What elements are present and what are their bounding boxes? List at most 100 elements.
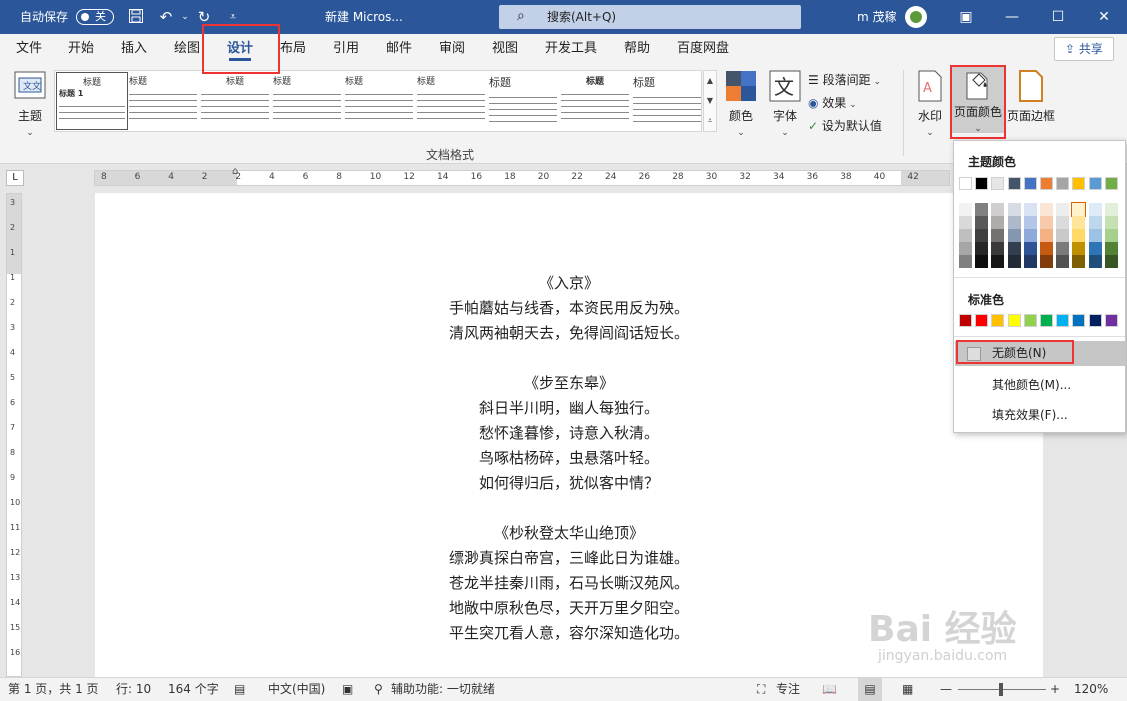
- standard-color-swatch[interactable]: [1056, 314, 1070, 327]
- theme-color-shade-swatch[interactable]: [1088, 203, 1102, 216]
- theme-color-swatch[interactable]: [1007, 177, 1021, 190]
- set-default-button[interactable]: ✓ 设为默认值: [808, 117, 882, 134]
- themes-button[interactable]: 文文 主题 ⌄: [10, 70, 50, 138]
- theme-color-shade-swatch[interactable]: [1023, 203, 1037, 216]
- standard-color-swatch[interactable]: [991, 314, 1005, 327]
- style-set-item[interactable]: 标题: [201, 74, 269, 130]
- theme-color-swatch[interactable]: [1104, 177, 1118, 190]
- horizontal-ruler[interactable]: 8 6 4 2 2 4 6 8 10 12 14 16 18 20 22 24 26 28 30 32 34 36 38 40…: [94, 170, 950, 186]
- theme-color-shade-swatch[interactable]: [975, 216, 989, 229]
- fonts-button[interactable]: 文 字体 ⌄: [767, 70, 803, 138]
- style-set-item[interactable]: 标题: [561, 74, 629, 130]
- colors-button[interactable]: 颜色 ⌄: [723, 70, 759, 138]
- redo-icon[interactable]: ↻: [195, 8, 213, 26]
- theme-color-shade-swatch[interactable]: [1072, 242, 1086, 255]
- style-set-item[interactable]: 标题: [345, 74, 413, 130]
- theme-color-shade-swatch[interactable]: [1104, 242, 1118, 255]
- more-colors-item[interactable]: 其他颜色(M)...: [955, 373, 1125, 398]
- theme-color-shade-swatch[interactable]: [1072, 255, 1086, 268]
- standard-color-swatch[interactable]: [1088, 314, 1102, 327]
- ribbon-display-icon[interactable]: ▣: [943, 0, 989, 34]
- page-info[interactable]: 第 1 页，共 1 页: [8, 678, 99, 701]
- standard-color-swatch[interactable]: [1007, 314, 1021, 327]
- theme-color-swatch[interactable]: [1056, 177, 1070, 190]
- user-name[interactable]: m 茂稼: [857, 0, 897, 34]
- web-layout-icon[interactable]: ▦: [902, 678, 913, 701]
- theme-color-shade-swatch[interactable]: [1056, 203, 1070, 216]
- theme-color-shade-swatch[interactable]: [1023, 242, 1037, 255]
- focus-label[interactable]: 专注: [776, 678, 800, 701]
- zoom-slider-thumb[interactable]: [999, 683, 1003, 696]
- theme-color-shade-swatch[interactable]: [1007, 203, 1021, 216]
- fill-effects-item[interactable]: 填充效果(F)...: [955, 403, 1125, 428]
- theme-color-shade-swatch[interactable]: [1104, 216, 1118, 229]
- theme-color-shade-swatch[interactable]: [1007, 255, 1021, 268]
- theme-color-shade-swatch[interactable]: [975, 242, 989, 255]
- theme-color-shade-swatch[interactable]: [959, 242, 972, 255]
- tab-developer[interactable]: 开发工具: [545, 34, 597, 64]
- theme-color-shade-swatch[interactable]: [1104, 255, 1118, 268]
- zoom-out-icon[interactable]: —: [940, 678, 952, 701]
- maximize-icon[interactable]: ☐: [1035, 0, 1081, 34]
- tab-mailings[interactable]: 邮件: [386, 34, 412, 64]
- theme-color-shade-swatch[interactable]: [1056, 255, 1070, 268]
- theme-color-swatch[interactable]: [959, 177, 972, 190]
- theme-color-shade-swatch[interactable]: [1007, 229, 1021, 242]
- theme-color-shade-swatch[interactable]: [1088, 216, 1102, 229]
- autosave-toggle[interactable]: 关: [76, 9, 114, 25]
- proofing-icon[interactable]: ▤: [234, 678, 245, 701]
- theme-color-shade-swatch[interactable]: [1104, 229, 1118, 242]
- undo-icon[interactable]: ↶: [157, 8, 175, 26]
- tab-home[interactable]: 开始: [68, 34, 94, 64]
- accessibility-icon[interactable]: ⚲: [374, 678, 383, 701]
- standard-color-swatch[interactable]: [1072, 314, 1086, 327]
- save-icon[interactable]: [127, 8, 145, 26]
- standard-color-swatch[interactable]: [1040, 314, 1053, 327]
- gallery-scroll[interactable]: ▲ ▼ ⩡: [703, 70, 717, 132]
- style-set-item[interactable]: 标题: [273, 74, 341, 130]
- theme-color-shade-swatch[interactable]: [1023, 216, 1037, 229]
- standard-color-swatch[interactable]: [975, 314, 989, 327]
- no-color-item[interactable]: 无颜色(N): [955, 341, 1125, 366]
- theme-color-shade-swatch[interactable]: [1040, 255, 1053, 268]
- theme-color-shade-swatch[interactable]: [1023, 229, 1037, 242]
- theme-color-shade-swatch[interactable]: [959, 255, 972, 268]
- theme-color-shade-swatch[interactable]: [991, 242, 1005, 255]
- theme-color-swatch[interactable]: [1088, 177, 1102, 190]
- avatar[interactable]: [905, 6, 927, 28]
- theme-color-shade-swatch[interactable]: [991, 255, 1005, 268]
- theme-color-shade-swatch[interactable]: [991, 229, 1005, 242]
- indent-marker-icon[interactable]: ⌂: [232, 166, 238, 177]
- style-set-item[interactable]: 标题: [633, 74, 701, 130]
- tab-review[interactable]: 审阅: [439, 34, 465, 64]
- focus-icon[interactable]: ⛶: [757, 678, 765, 701]
- watermark-button[interactable]: A 水印 ⌄: [912, 70, 948, 138]
- vertical-ruler[interactable]: 3 2 1 1 2 3 4 5 6 7 8 9 10 11 12 13 14 15 16: [6, 193, 22, 677]
- style-set-item[interactable]: 标题: [417, 74, 485, 130]
- theme-color-shade-swatch[interactable]: [1056, 229, 1070, 242]
- tab-selector[interactable]: L: [6, 170, 24, 186]
- search-box[interactable]: ⌕ 搜索(Alt+Q): [499, 5, 801, 29]
- standard-color-swatch[interactable]: [959, 314, 972, 327]
- tab-references[interactable]: 引用: [333, 34, 359, 64]
- theme-color-shade-swatch[interactable]: [991, 203, 1005, 216]
- tab-draw[interactable]: 绘图: [174, 34, 200, 64]
- theme-color-shade-swatch[interactable]: [1088, 229, 1102, 242]
- standard-color-swatch[interactable]: [1104, 314, 1118, 327]
- theme-color-shade-swatch[interactable]: [959, 229, 972, 242]
- read-mode-icon[interactable]: 📖: [822, 678, 837, 701]
- minimize-icon[interactable]: —: [989, 0, 1035, 34]
- theme-color-swatch[interactable]: [1023, 177, 1037, 190]
- word-count[interactable]: 164 个字: [168, 678, 219, 701]
- print-layout-icon[interactable]: ▤: [858, 678, 882, 701]
- language[interactable]: 中文(中国): [268, 678, 325, 701]
- tab-help[interactable]: 帮助: [624, 34, 650, 64]
- theme-color-shade-swatch[interactable]: [1056, 242, 1070, 255]
- theme-color-shade-swatch[interactable]: [1007, 216, 1021, 229]
- page-color-button[interactable]: 页面颜色 ⌄: [951, 67, 1005, 134]
- theme-color-shade-swatch[interactable]: [1040, 242, 1053, 255]
- style-set-item[interactable]: 标题 标题 1: [56, 72, 128, 130]
- theme-color-shade-swatch[interactable]: [975, 229, 989, 242]
- standard-color-swatch[interactable]: [1023, 314, 1037, 327]
- theme-color-shade-swatch[interactable]: [1088, 255, 1102, 268]
